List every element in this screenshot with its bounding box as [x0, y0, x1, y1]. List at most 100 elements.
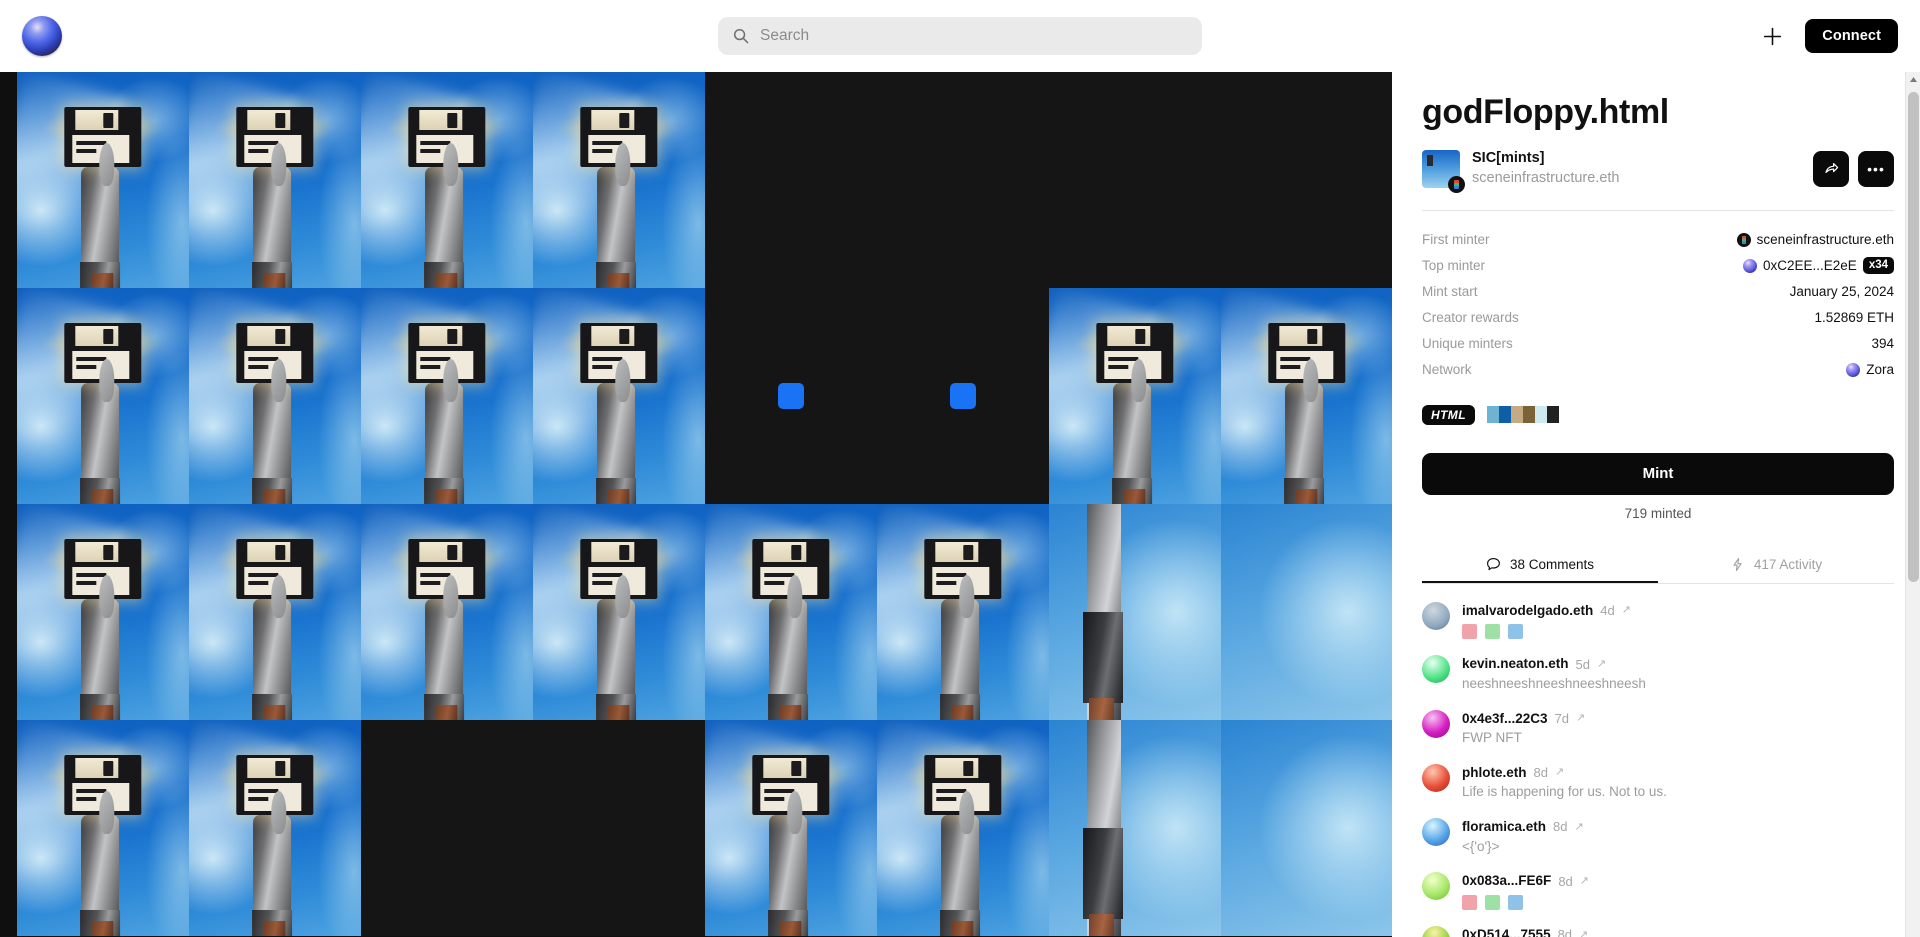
artwork-tile [189, 504, 361, 720]
artwork-tile [705, 504, 877, 720]
add-button[interactable] [1757, 21, 1787, 51]
comment-header: 0x083a...FE6F 8d ↗ [1462, 872, 1589, 891]
connect-button[interactable]: Connect [1805, 19, 1898, 53]
metadata-row-first-minter: First minter sceneinfrastructure.eth [1422, 227, 1894, 253]
list-item[interactable]: phlote.eth 8d ↗ Life is happening for us… [1422, 763, 1894, 802]
artwork-tile-grid [17, 72, 1392, 937]
emoji-swatch [1485, 894, 1500, 910]
avatar [1422, 655, 1450, 684]
comment-author[interactable]: imalvarodelgado.eth [1462, 602, 1593, 621]
scrollbar-thumb[interactable] [1908, 92, 1919, 582]
format-badge: HTML [1422, 404, 1475, 425]
artwork-tile-dark [1049, 72, 1221, 288]
artwork-tile-dark [533, 720, 705, 936]
avatar [1422, 709, 1450, 738]
comment-age: 5d [1575, 656, 1590, 672]
external-link-icon[interactable]: ↗ [1622, 603, 1631, 618]
artwork-tile-dark [1221, 72, 1392, 288]
search-input[interactable] [718, 17, 1202, 55]
list-item[interactable]: floramica.eth 8d ↗ <{'o'}> [1422, 818, 1894, 856]
metadata-value: January 25, 2024 [1790, 284, 1894, 299]
tab-activity-label: 417 Activity [1753, 557, 1823, 573]
avatar [1422, 872, 1450, 901]
list-item[interactable]: 0x4e3f...22C3 7d ↗ FWP NFT [1422, 709, 1894, 748]
page-scrollbar[interactable] [1905, 72, 1920, 937]
artwork-tile-blue-square [877, 288, 1049, 504]
comment-text: Life is happening for us. Not to us. [1462, 784, 1667, 800]
creator-avatar-wrapper[interactable] [1422, 149, 1465, 193]
palette-swatch [1546, 406, 1559, 424]
comment-author[interactable]: floramica.eth [1462, 818, 1546, 837]
list-item[interactable]: 0xD514...7555 8d ↗ [1422, 925, 1894, 937]
palette-swatch [1510, 406, 1523, 424]
metadata-label: Network [1422, 362, 1472, 378]
header-actions: Connect [1757, 0, 1898, 72]
list-item[interactable]: 0x083a...FE6F 8d ↗ [1422, 872, 1894, 910]
external-link-icon[interactable]: ↗ [1579, 928, 1588, 937]
comment-body: 0x083a...FE6F 8d ↗ [1462, 872, 1589, 910]
comment-author[interactable]: 0x083a...FE6F [1462, 872, 1551, 891]
external-link-icon[interactable]: ↗ [1580, 874, 1589, 889]
external-link-icon[interactable]: ↗ [1576, 711, 1585, 726]
artwork-tile [189, 288, 361, 504]
palette-swatch [1522, 406, 1535, 424]
metadata-row-network: Network Zora [1422, 357, 1894, 383]
metadata-value-text: 1.52869 ETH [1814, 310, 1894, 326]
palette-swatch [1534, 406, 1547, 424]
external-link-icon[interactable]: ↗ [1597, 657, 1606, 672]
comments-list: imalvarodelgado.eth 4d ↗ kevin.neaton.et… [1422, 601, 1894, 937]
share-button[interactable] [1813, 150, 1849, 187]
comment-header: 0x4e3f...22C3 7d ↗ [1462, 710, 1585, 729]
mint-button[interactable]: Mint [1422, 452, 1894, 495]
artwork-tile [533, 72, 705, 288]
comment-header: 0xD514...7555 8d ↗ [1462, 926, 1588, 937]
artwork-tile-zoomed [1049, 720, 1221, 936]
list-item[interactable]: kevin.neaton.eth 5d ↗ neeshneeshneeshnee… [1422, 655, 1894, 693]
artwork-tile [361, 504, 533, 720]
tab-comments[interactable]: 38 Comments [1422, 547, 1658, 583]
artwork-tile [189, 720, 361, 936]
metadata-label: Mint start [1422, 284, 1478, 300]
external-link-icon[interactable]: ↗ [1575, 820, 1584, 835]
metadata-row-top-minter: Top minter 0xC2EE...E2eE x34 [1422, 253, 1894, 279]
comment-author[interactable]: 0x4e3f...22C3 [1462, 710, 1548, 729]
emoji-swatch [1462, 624, 1477, 640]
comment-body: kevin.neaton.eth 5d ↗ neeshneeshneeshnee… [1462, 655, 1646, 693]
sphere-avatar-icon [1846, 362, 1861, 377]
traffic-light-avatar-icon [1736, 232, 1751, 247]
list-item[interactable]: imalvarodelgado.eth 4d ↗ [1422, 601, 1894, 640]
metadata-label: Top minter [1422, 258, 1486, 274]
more-options-button[interactable]: ••• [1858, 150, 1894, 187]
creator-name[interactable]: SIC[mints] [1472, 149, 1620, 168]
comment-age: 8d [1553, 819, 1568, 835]
external-link-icon[interactable]: ↗ [1555, 765, 1564, 780]
artwork-tile [1049, 288, 1221, 504]
artwork-preview-pane[interactable] [0, 72, 1392, 937]
avatar [1422, 601, 1450, 630]
metadata-label: Unique minters [1422, 336, 1513, 352]
metadata-row-mint-start: Mint start January 25, 2024 [1422, 279, 1894, 305]
traffic-light-badge-icon [1448, 175, 1465, 193]
comment-author[interactable]: kevin.neaton.eth [1462, 655, 1569, 674]
comment-age: 8d [1558, 873, 1573, 889]
comment-body: 0xD514...7555 8d ↗ [1462, 926, 1588, 937]
artwork-tile [361, 72, 533, 288]
comment-header: imalvarodelgado.eth 4d ↗ [1462, 602, 1631, 621]
metadata-row-unique-minters: Unique minters 394 [1422, 331, 1894, 357]
metadata-value-text: 394 [1871, 336, 1894, 352]
metadata-label: Creator rewards [1422, 310, 1519, 326]
creator-actions: ••• [1813, 150, 1894, 187]
comment-author[interactable]: phlote.eth [1462, 764, 1527, 783]
comment-author[interactable]: 0xD514...7555 [1462, 926, 1551, 937]
creator-text: SIC[mints] sceneinfrastructure.eth [1472, 149, 1620, 187]
scrollbar-up-arrow[interactable] [1906, 72, 1920, 87]
creator-handle[interactable]: sceneinfrastructure.eth [1472, 169, 1620, 188]
metadata-value[interactable]: Zora [1846, 362, 1894, 377]
plus-icon [1763, 27, 1781, 45]
chevron-up-icon [1910, 77, 1917, 82]
zora-sphere-logo-icon[interactable] [22, 16, 62, 56]
metadata-value[interactable]: sceneinfrastructure.eth [1736, 232, 1894, 247]
main-content: godFloppy.html SIC[mints] sceneinfrastru… [0, 72, 1920, 937]
metadata-value[interactable]: 0xC2EE...E2eE x34 [1743, 257, 1894, 275]
tab-activity[interactable]: 417 Activity [1658, 547, 1894, 583]
